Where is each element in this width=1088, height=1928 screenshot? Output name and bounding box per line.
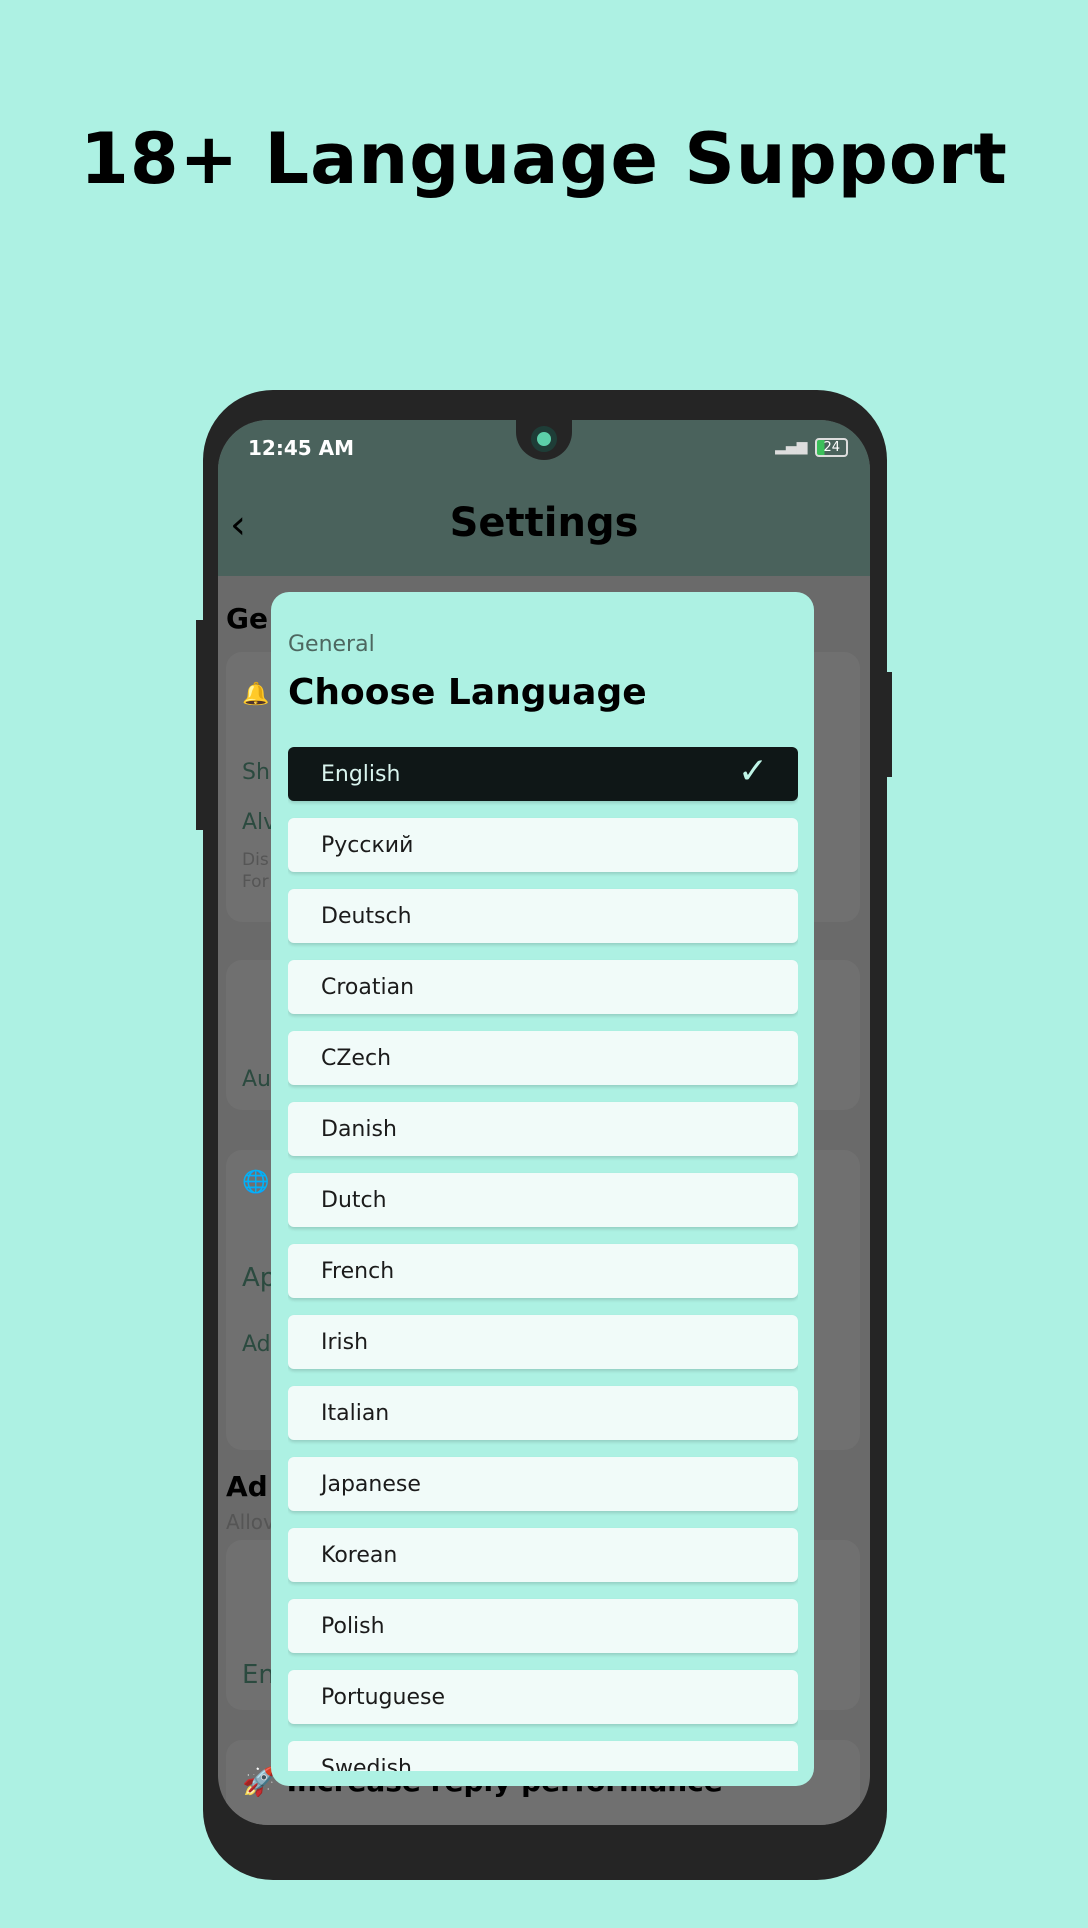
language-label: Japanese [321,1471,421,1497]
language-option[interactable]: Croatian [288,960,798,1014]
bg-label: Dis [242,850,269,870]
language-option-english[interactable]: English ✓ [288,747,798,801]
language-label: Danish [321,1116,397,1142]
language-label: French [321,1258,395,1284]
language-dialog: General Choose Language English ✓ Русский… [271,592,814,1786]
camera-icon [531,426,557,452]
language-option[interactable]: CZech [288,1031,798,1085]
headline: 18+ Language Support [80,118,1008,200]
language-option[interactable]: Danish [288,1102,798,1156]
phone-screen: 12:45 AM ▂▄▆ 24 ‹ Settings Ge 🔔 Sh Alv Di… [218,420,870,1825]
globe-icon: 🌐 [242,1170,270,1195]
section-general-heading: Ge [226,602,268,635]
language-option[interactable]: Italian [288,1386,798,1440]
language-option[interactable]: Korean [288,1528,798,1582]
status-icons: ▂▄▆ 24 [775,438,848,457]
bg-label: Allov [226,1510,275,1534]
language-option[interactable]: Irish [288,1315,798,1369]
language-option[interactable]: French [288,1244,798,1298]
status-time: 12:45 AM [248,436,355,460]
checkmark-icon: ✓ [737,751,768,792]
language-label: Polish [321,1613,385,1639]
language-option[interactable]: Japanese [288,1457,798,1511]
bg-label: En [242,1660,275,1690]
language-label: English [321,761,401,787]
language-label: Italian [321,1400,390,1426]
language-label: Русский [321,832,414,858]
language-label: Portuguese [321,1684,445,1710]
language-option[interactable]: Polish [288,1599,798,1653]
language-label: Croatian [321,974,415,1000]
dialog-title: Choose Language [288,672,647,713]
language-label: Korean [321,1542,398,1568]
language-option[interactable]: Portuguese [288,1670,798,1724]
bg-label: Au [242,1067,271,1092]
language-label: Deutsch [321,903,412,929]
bg-label: Sh [242,760,270,785]
bg-label: Ad [242,1332,271,1357]
bg-label: For [242,872,269,892]
battery-icon: 24 [815,438,848,457]
bell-icon: 🔔 [242,682,270,707]
signal-icon: ▂▄▆ [775,439,808,455]
language-option[interactable]: Swedish [288,1741,798,1771]
language-label: Irish [321,1329,369,1355]
section-advanced-heading: Ad [226,1470,268,1503]
language-option[interactable]: Dutch [288,1173,798,1227]
language-option[interactable]: Deutsch [288,889,798,943]
language-option[interactable]: Русский [288,818,798,872]
dialog-subtitle: General [288,632,375,657]
language-label: CZech [321,1045,392,1071]
language-label: Dutch [321,1187,387,1213]
page-title: Settings [449,500,639,546]
language-label: Swedish [321,1755,412,1772]
language-list[interactable]: English ✓ Русский Deutsch Croatian CZech … [288,747,798,1771]
